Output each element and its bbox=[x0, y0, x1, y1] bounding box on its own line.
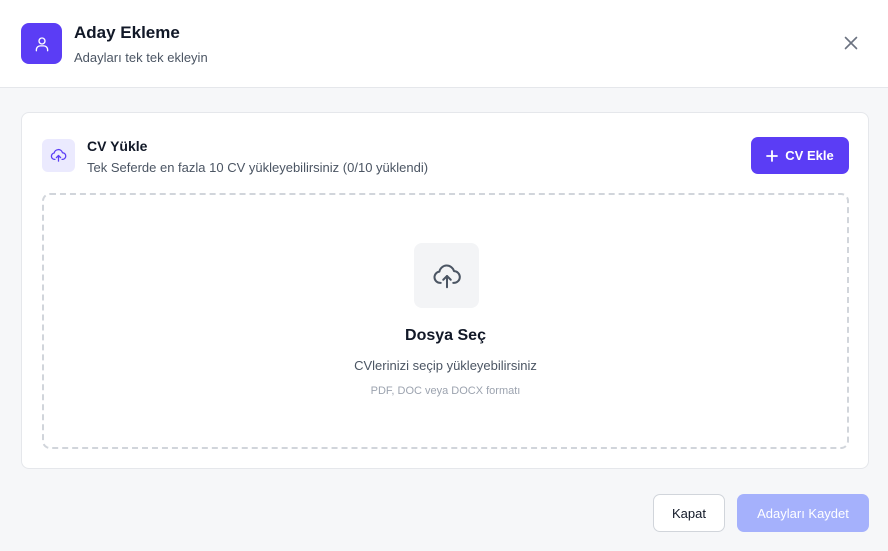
modal-subtitle: Adayları tek tek ekleyin bbox=[74, 50, 208, 65]
cloud-upload-icon bbox=[50, 148, 67, 162]
close-icon bbox=[844, 36, 858, 50]
upload-icon-badge bbox=[42, 139, 75, 172]
upload-title: CV Yükle bbox=[87, 138, 148, 154]
close-button[interactable] bbox=[839, 31, 863, 55]
add-cv-button-label: CV Ekle bbox=[785, 148, 834, 163]
modal-title: Aday Ekleme bbox=[74, 23, 180, 42]
cv-upload-card: CV Yükle Tek Seferde en fazla 10 CV yükl… bbox=[21, 112, 869, 469]
user-icon-badge bbox=[21, 23, 62, 64]
dropzone-subtitle: CVlerinizi seçip yükleyebilirsiniz bbox=[354, 358, 537, 373]
add-cv-button[interactable]: CV Ekle bbox=[751, 137, 849, 174]
file-dropzone[interactable]: Dosya Seç CVlerinizi seçip yükleyebilirs… bbox=[42, 193, 849, 449]
dropzone-title: Dosya Seç bbox=[405, 327, 486, 344]
dropzone-icon-box bbox=[414, 243, 479, 308]
save-candidates-button[interactable]: Adayları Kaydet bbox=[737, 494, 869, 532]
user-icon bbox=[35, 36, 48, 51]
dropzone-format-hint: PDF, DOC veya DOCX formatı bbox=[370, 385, 521, 397]
cancel-button[interactable]: Kapat bbox=[653, 494, 725, 532]
modal-header: Aday Ekleme Adayları tek tek ekleyin bbox=[0, 0, 888, 88]
candidate-add-modal: Aday Ekleme Adayları tek tek ekleyin CV … bbox=[0, 0, 888, 551]
plus-icon bbox=[766, 149, 779, 162]
cloud-upload-icon bbox=[433, 264, 461, 288]
upload-limit-text: Tek Seferde en fazla 10 CV yükleyebilirs… bbox=[87, 160, 429, 175]
